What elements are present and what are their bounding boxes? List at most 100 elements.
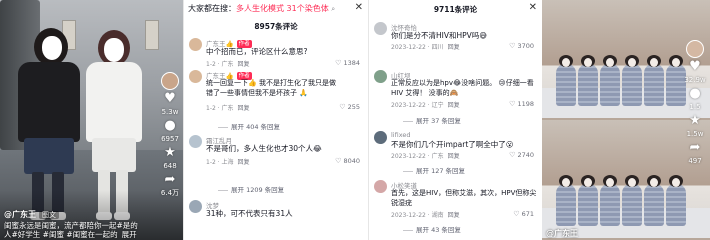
video-panel-right[interactable]: ♥ 32.9w ● 1.5 ★ 1.5w ➦ 497 @广东王 <box>542 0 710 240</box>
expand-replies-link[interactable]: 展开 404 条回复 <box>218 121 280 131</box>
video-caption[interactable]: 闺蜜永远是闺蜜，流产都陪你一起#是的 人#好学生 #闺蜜 #闺蜜在一起的 展开 <box>4 221 154 239</box>
close-icon[interactable]: ✕ <box>355 2 363 13</box>
heart-icon[interactable]: ♥ <box>164 92 176 106</box>
comment-text-line: 统一回复一下👍 我不是打生化了我只是做 <box>206 79 336 87</box>
commenter-name[interactable]: lifixed <box>391 131 410 139</box>
author-avatar[interactable] <box>161 72 179 90</box>
comment-count-title: 9711条评论 <box>433 5 478 14</box>
comment-meta: 2023-12-22 · 广东 <box>391 153 444 160</box>
commenter-avatar[interactable] <box>189 135 202 148</box>
comment-item[interactable]: 山红坝 正常反应以为是hpv😂没啥问题。 😢仔细一看 HIV 艾得！ 没事的🙈 … <box>369 70 542 114</box>
heart-icon[interactable]: ♡ <box>513 210 519 218</box>
commenter-avatar[interactable] <box>374 22 387 35</box>
comment-item[interactable]: 沈怀奇恰 你们是分不清HIV和HPV吗😅 2023-12-22 · 四川 回复 ♡… <box>369 22 542 52</box>
search-suggestion-prefix: 大家都在搜： <box>188 4 236 13</box>
like-count: 32.9w <box>684 76 706 84</box>
post-type-tag: 图文 <box>39 211 59 219</box>
like-count: 2740 <box>517 151 534 159</box>
share-icon[interactable]: ➦ <box>690 141 701 155</box>
commenter-avatar[interactable] <box>374 180 387 193</box>
caption-line: 人#好学生 #闺蜜 #闺蜜在一起的 <box>4 230 118 239</box>
reply-button[interactable]: 回复 <box>448 212 460 219</box>
poster-frame <box>145 20 159 50</box>
commenter-avatar[interactable] <box>189 38 202 51</box>
expand-replies-link[interactable]: 展开 37 条回复 <box>403 115 461 125</box>
heart-icon[interactable]: ♡ <box>335 157 341 165</box>
caption-line: 闺蜜永远是闺蜜，流产都陪你一起#是的 <box>4 221 138 230</box>
comment-meta: 1-2 · 广东 <box>206 61 234 68</box>
comment-text: 31种，可不代表只有31人 <box>206 209 293 218</box>
expand-replies-link[interactable]: 展开 1209 条回复 <box>218 184 284 194</box>
heart-icon[interactable]: ♡ <box>509 42 515 50</box>
video-author[interactable]: @广东王 图文 <box>4 209 59 220</box>
comment-text: 你们是分不清HIV和HPV吗😅 <box>391 31 488 40</box>
comment-count-title: 8957条评论 <box>254 22 298 31</box>
reply-button[interactable]: 回复 <box>238 159 250 166</box>
star-icon[interactable]: ★ <box>164 146 176 160</box>
comment-text: 正常反应以为是hpv😂没啥问题。 😢仔细一看 HIV 艾得！ 没事的🙈 <box>391 79 534 98</box>
comment-icon[interactable]: ● <box>689 87 700 101</box>
reply-button[interactable]: 回复 <box>448 102 460 109</box>
video-author[interactable]: @广东王 <box>546 228 578 239</box>
comment-text-line: HIV 艾得！ 没事的🙈 <box>391 88 459 97</box>
heart-icon[interactable]: ♡ <box>509 151 515 159</box>
commenter-avatar[interactable] <box>374 70 387 83</box>
commenter-avatar[interactable] <box>189 200 202 213</box>
share-count: 497 <box>688 157 702 165</box>
search-suggestion-bar[interactable]: 大家都在搜：多人生化模式 31个染色体 ⌕ ✕ <box>184 0 368 16</box>
comment-icon[interactable]: ● <box>164 119 175 133</box>
like-count: 1384 <box>343 59 360 67</box>
video-panel-left[interactable]: ♥ 5.3w ● 6957 ★ 648 ➦ 6.4万 @广东王 图文 闺蜜永远是闺… <box>0 0 183 240</box>
comment-text: 不是哥们，多人生化也才30个人😂 <box>206 144 322 153</box>
like-count: 5.3w <box>161 108 179 116</box>
like-count: 8040 <box>343 157 360 165</box>
author-avatar[interactable] <box>686 40 704 58</box>
share-count: 6.4万 <box>160 189 180 197</box>
comment-meta: 1-2 · 广东 <box>206 105 234 112</box>
reply-button[interactable]: 回复 <box>448 153 460 160</box>
like-count: 1198 <box>517 100 534 108</box>
comment-count: 1.5 <box>689 103 701 111</box>
close-icon[interactable]: ✕ <box>529 2 537 13</box>
like-count: 671 <box>521 210 534 218</box>
comment-text-line: 首先，这是HIV，但称艾滋，其次，HPV但称尖 <box>391 189 537 197</box>
heart-icon[interactable]: ♡ <box>339 103 345 111</box>
comment-meta: 2023-12-22 · 四川 <box>391 44 444 51</box>
comment-item[interactable]: 霜江乱月 不是哥们，多人生化也才30个人😂 1-2 · 上海 回复 ♡ 8040 <box>184 135 368 183</box>
comment-meta: 2023-12-22 · 湖南 <box>391 212 444 219</box>
video-sidebar: ♥ 32.9w ● 1.5 ★ 1.5w ➦ 497 <box>682 40 708 166</box>
like-count: 3700 <box>517 42 534 50</box>
comment-text: 中个招而已，评论区什么意思? <box>206 47 308 56</box>
search-icon[interactable]: ⌕ <box>331 5 335 13</box>
comment-meta: 2023-12-22 · 辽宁 <box>391 102 444 109</box>
commenter-avatar[interactable] <box>374 131 387 144</box>
commenter-avatar[interactable] <box>189 70 202 83</box>
heart-icon[interactable]: ♡ <box>335 59 341 67</box>
comment-text: 首先，这是HIV，但称艾滋，其次，HPV但称尖 锐湿疣 <box>391 189 536 208</box>
comment-text-line: 锐湿疣 <box>391 198 412 207</box>
reply-button[interactable]: 回复 <box>448 44 460 51</box>
expand-replies-link[interactable]: 展开 127 条回复 <box>403 165 465 175</box>
comment-item[interactable]: 沈梦 31种，可不代表只有31人 <box>184 200 368 230</box>
comment-count: 6957 <box>161 135 179 143</box>
expand-replies-link[interactable]: 展开 43 条回复 <box>403 224 461 234</box>
reply-button[interactable]: 回复 <box>238 61 250 68</box>
comment-panel-2: 9711条评论 ✕ 沈怀奇恰 你们是分不清HIV和HPV吗😅 2023-12-2… <box>368 0 542 240</box>
comment-meta: 1-2 · 上海 <box>206 159 234 166</box>
heart-icon[interactable]: ♥ <box>689 60 701 74</box>
reply-button[interactable]: 回复 <box>238 105 250 112</box>
comment-item[interactable]: lifixed 不是你们几个开impart了啊全中了😮 2023-12-22 ·… <box>369 131 542 161</box>
comment-text: 统一回复一下👍 我不是打生化了我只是做 错了一些事情但我不是坏孩子 🙏 <box>206 79 336 98</box>
comment-text: 不是你们几个开impart了啊全中了😮 <box>391 140 514 149</box>
comment-text-line: 正常反应以为是hpv😂没啥问题。 😢仔细一看 <box>391 79 534 87</box>
comment-item[interactable]: 广东王👍 作者 中个招而已，评论区什么意思? 1-2 · 广东 回复 ♡ 1384 <box>184 38 368 68</box>
comment-item[interactable]: 广东王👍 作者 统一回复一下👍 我不是打生化了我只是做 错了一些事情但我不是坏孩子… <box>184 70 368 116</box>
search-suggestion-keyword[interactable]: 多人生化模式 31个染色体 <box>236 4 329 13</box>
author-name[interactable]: @广东王 <box>4 210 36 219</box>
star-icon[interactable]: ★ <box>689 114 701 128</box>
comment-item[interactable]: 小松笑道 首先，这是HIV，但称艾滋，其次，HPV但称尖 锐湿疣 2023-12… <box>369 180 542 224</box>
share-icon[interactable]: ➦ <box>165 173 176 187</box>
heart-icon[interactable]: ♡ <box>509 100 515 108</box>
caption-expand-link[interactable]: 展开 <box>122 230 137 239</box>
video-sidebar: ♥ 5.3w ● 6957 ★ 648 ➦ 6.4万 <box>157 72 183 198</box>
